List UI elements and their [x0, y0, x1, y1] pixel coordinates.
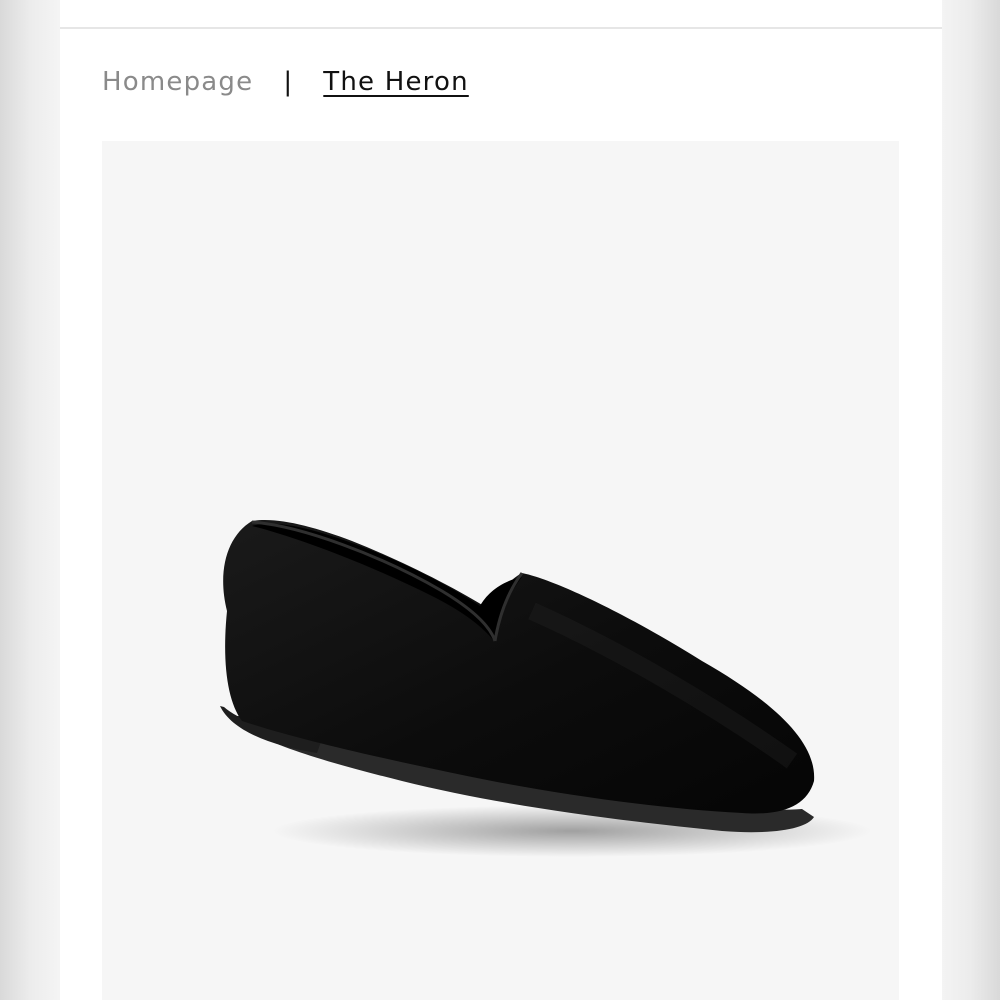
black-suede-loafer-icon: [220, 520, 872, 857]
product-image[interactable]: [102, 141, 899, 1000]
breadcrumb-separator: |: [283, 67, 294, 97]
breadcrumb-current-link[interactable]: The Heron: [323, 67, 468, 97]
page-container: Homepage | The Heron: [60, 0, 942, 1000]
breadcrumb-home-link[interactable]: Homepage: [102, 67, 253, 97]
header-strip: [60, 0, 942, 29]
breadcrumb: Homepage | The Heron: [102, 60, 469, 104]
